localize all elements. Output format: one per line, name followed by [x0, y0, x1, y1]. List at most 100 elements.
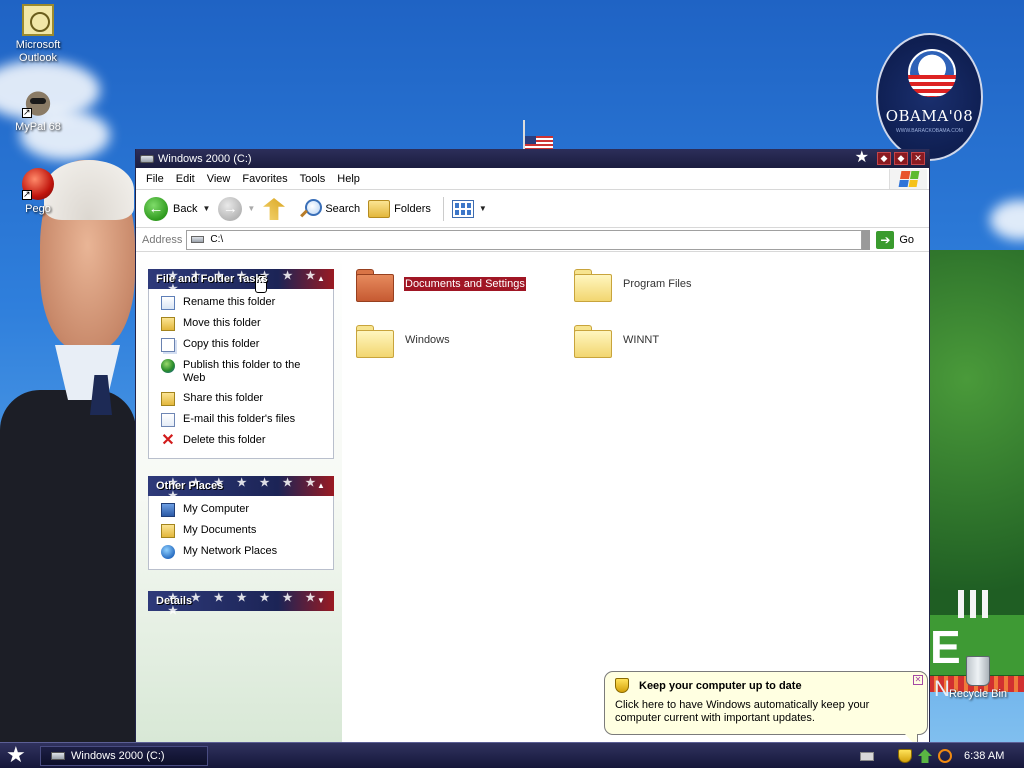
address-dropdown-button[interactable] — [862, 229, 871, 250]
taskbar-clock[interactable]: 6:38 AM — [964, 750, 1004, 762]
balloon-body: Click here to have Windows automatically… — [615, 699, 870, 724]
menu-file[interactable]: File — [140, 173, 170, 185]
task-label: Copy this folder — [183, 338, 260, 350]
desktop-icon-label: Recycle Bin — [948, 688, 1008, 700]
folder-name: WINNT — [623, 334, 660, 346]
folders-label: Folders — [394, 202, 431, 215]
task-publish-folder[interactable]: Publish this folder to the Web — [161, 359, 333, 385]
publish-icon — [161, 359, 175, 373]
views-button[interactable]: ▼ — [451, 199, 487, 218]
search-button[interactable]: Search — [299, 198, 360, 220]
folder-item[interactable]: Windows — [356, 323, 556, 358]
balloon-title: Keep your computer up to date — [639, 679, 802, 692]
delete-icon: ✕ — [161, 432, 175, 449]
explorer-window: Windows 2000 (C:) ★ ◆ ◆ ✕ File Edit View… — [135, 149, 930, 742]
maximize-button[interactable]: ◆ — [894, 152, 908, 165]
place-my-computer[interactable]: My Computer — [161, 503, 333, 517]
back-button[interactable]: ← Back ▼ — [144, 196, 210, 221]
folders-button[interactable]: Folders — [368, 199, 431, 218]
task-email-files[interactable]: E-mail this folder's files — [161, 413, 333, 427]
menu-tools[interactable]: Tools — [294, 173, 332, 185]
forward-button[interactable]: → ▼ — [218, 196, 255, 221]
stars-decoration: ★ ★ ★ ★ ★ ★ ★ ★ — [168, 592, 321, 617]
address-input[interactable]: C:\ — [186, 229, 863, 250]
balloon-close-button[interactable]: ✕ — [913, 675, 923, 685]
collapse-chevron-icon[interactable]: ▲ — [314, 272, 328, 286]
white-house-column — [970, 590, 976, 618]
address-value: C:\ — [210, 234, 224, 245]
update-tray-icon[interactable] — [918, 749, 932, 763]
campaign-logo: OBAMA'08 WWW.BARACKOBAMA.COM — [876, 33, 983, 161]
start-button[interactable]: ★ — [6, 744, 26, 766]
task-label: Delete this folder — [183, 434, 266, 446]
menu-bar: File Edit View Favorites Tools Help — [136, 168, 929, 190]
desktop-icon-mypal[interactable]: MyPal 68 — [0, 86, 76, 134]
up-button[interactable] — [263, 198, 291, 220]
shortcut-arrow-icon — [22, 188, 32, 201]
move-icon — [161, 317, 175, 331]
other-places-header[interactable]: ★ ★ ★ ★ ★ ★ ★ ★ Other Places ▲ — [148, 476, 334, 502]
system-tray: 6:38 AM — [852, 743, 1024, 768]
folder-view: ★ ★ ★ ★ ★ ★ ★ ★ File and Folder Tasks ▲ … — [136, 252, 929, 742]
details-panel: ★ ★ ★ ★ ★ ★ ★ ★ Details ▼ — [148, 591, 334, 617]
folder-item[interactable]: Documents and Settings — [356, 267, 556, 302]
my-computer-icon — [161, 503, 175, 517]
close-button[interactable]: ✕ — [911, 152, 925, 165]
window-titlebar[interactable]: Windows 2000 (C:) ★ ◆ ◆ ✕ — [136, 149, 929, 168]
task-share-folder[interactable]: Share this folder — [161, 392, 333, 406]
update-notification-balloon[interactable]: Keep your computer up to date Click here… — [604, 671, 928, 735]
chevron-down-icon[interactable]: ▼ — [247, 204, 255, 213]
folder-icon — [574, 323, 612, 358]
desktop-cloud — [990, 200, 1024, 240]
task-label: Move this folder — [183, 317, 261, 329]
menu-help[interactable]: Help — [331, 173, 366, 185]
address-bar: Address C:\ ➔ Go — [136, 228, 929, 252]
task-rename-folder[interactable]: Rename this folder — [161, 296, 333, 310]
menu-favorites[interactable]: Favorites — [236, 173, 293, 185]
desktop-icon-pego[interactable]: Pego — [0, 168, 76, 216]
expand-chevron-icon[interactable]: ▼ — [314, 594, 328, 608]
folder-item[interactable]: Program Files — [574, 267, 774, 302]
taskbar-window-label: Windows 2000 (C:) — [71, 750, 165, 762]
taskbar-window-button[interactable]: Windows 2000 (C:) — [40, 746, 208, 766]
outlook-icon — [22, 4, 54, 36]
folder-item[interactable]: WINNT — [574, 323, 774, 358]
drive-icon — [191, 236, 205, 243]
magnifier-tray-icon[interactable] — [938, 749, 952, 763]
task-delete-folder[interactable]: ✕ Delete this folder — [161, 432, 333, 449]
views-icon — [451, 199, 474, 218]
go-arrow-icon: ➔ — [876, 230, 895, 249]
place-my-documents[interactable]: My Documents — [161, 524, 333, 538]
details-header[interactable]: ★ ★ ★ ★ ★ ★ ★ ★ Details ▼ — [148, 591, 334, 617]
menu-view[interactable]: View — [201, 173, 237, 185]
security-shield-icon — [615, 678, 629, 693]
go-label: Go — [899, 233, 915, 246]
collapse-chevron-icon[interactable]: ▲ — [314, 479, 328, 493]
campaign-logo-text: OBAMA'08 — [885, 107, 974, 125]
campaign-logo-stripes — [908, 75, 956, 97]
place-network-places[interactable]: My Network Places — [161, 545, 333, 559]
menu-edit[interactable]: Edit — [170, 173, 201, 185]
task-copy-folder[interactable]: Copy this folder — [161, 338, 333, 352]
wallpaper-person — [0, 160, 136, 750]
minimize-button[interactable]: ◆ — [877, 152, 891, 165]
chevron-down-icon[interactable]: ▼ — [202, 204, 210, 213]
desktop-icon-recycle-bin[interactable]: Recycle Bin — [940, 656, 1016, 700]
file-folder-tasks-header[interactable]: ★ ★ ★ ★ ★ ★ ★ ★ File and Folder Tasks ▲ — [148, 269, 334, 295]
desktop-icon-outlook[interactable]: Microsoft Outlook — [0, 4, 76, 65]
task-move-folder[interactable]: Move this folder — [161, 317, 333, 331]
white-house-column — [958, 590, 964, 618]
panel-title: Details — [156, 595, 193, 607]
task-label: Rename this folder — [183, 296, 276, 308]
address-label: Address — [142, 233, 183, 246]
folders-icon — [368, 199, 391, 218]
share-icon — [161, 392, 175, 406]
security-shield-tray-icon[interactable] — [898, 749, 912, 763]
network-places-icon — [161, 545, 175, 559]
keyboard-icon[interactable] — [860, 751, 874, 761]
folder-name: Documents and Settings — [403, 276, 527, 292]
copy-icon — [161, 338, 175, 352]
panel-body: My Computer My Documents My Network Plac… — [148, 496, 334, 570]
go-button[interactable]: ➔ Go — [876, 230, 915, 249]
chevron-down-icon[interactable]: ▼ — [479, 204, 487, 213]
